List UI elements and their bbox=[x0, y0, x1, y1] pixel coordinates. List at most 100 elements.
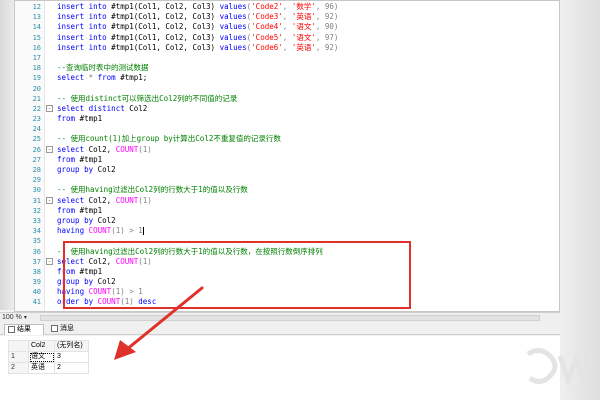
code-token: COUNT bbox=[115, 144, 139, 154]
code-token: , bbox=[282, 32, 292, 42]
row-header-corner bbox=[8, 340, 29, 352]
code-token: , 90) bbox=[315, 22, 339, 32]
code-token: group by bbox=[57, 215, 94, 225]
code-token: Col2 bbox=[93, 215, 116, 225]
code-line[interactable]: 23 from #tmp1 bbox=[15, 114, 559, 124]
line-number: 38 bbox=[32, 267, 41, 276]
table-cell[interactable]: 3 bbox=[54, 351, 89, 363]
code-token: #tmp1(Col1, Col2, Col3) bbox=[106, 12, 220, 22]
table-cell[interactable]: 语文 bbox=[28, 351, 55, 363]
code-line[interactable]: 30 -- 使用having过滤出Col2列的行数大于1的值以及行数 bbox=[15, 185, 559, 195]
table-row[interactable]: 2 英语 2 bbox=[8, 362, 89, 374]
code-line[interactable]: 19 select * from #tmp1; bbox=[15, 73, 559, 83]
code-token: group by bbox=[57, 165, 94, 174]
code-token: from bbox=[57, 154, 76, 164]
column-header-unnamed[interactable]: (无列名) bbox=[54, 340, 89, 352]
results-grid[interactable]: Col2 (无列名) 1 语文 3 2 英语 2 bbox=[8, 340, 89, 374]
code-line[interactable]: 34 having COUNT(1) > 1 bbox=[15, 226, 559, 236]
grid-icon bbox=[8, 325, 15, 333]
code-line[interactable]: 20 bbox=[15, 84, 559, 94]
code-line[interactable]: 32 from #tmp1 bbox=[15, 206, 559, 216]
column-header-col2[interactable]: Col2 bbox=[28, 340, 55, 352]
collapse-icon[interactable]: - bbox=[46, 145, 53, 153]
code-token: 'Code3' bbox=[251, 12, 283, 22]
code-token: #tmp1(Col1, Col2, Col3) bbox=[106, 2, 220, 11]
line-number: 37 bbox=[32, 257, 41, 266]
code-token: select distinct bbox=[57, 103, 125, 113]
code-line[interactable]: 26- select Col2, COUNT(1) bbox=[15, 144, 559, 155]
code-text: insert into #tmp1(Col1, Col2, Col3) valu… bbox=[57, 22, 338, 32]
code-line[interactable]: 18 --查询临时表中的测试数据 bbox=[15, 63, 559, 73]
code-line[interactable]: 33 group by Col2 bbox=[15, 215, 559, 226]
code-token: insert into bbox=[57, 2, 107, 11]
table-cell[interactable]: 2 bbox=[54, 362, 89, 374]
line-number: 28 bbox=[32, 166, 41, 174]
code-token: from bbox=[97, 73, 116, 83]
code-token: insert into bbox=[57, 22, 107, 32]
code-line[interactable]: 31- select Col2, COUNT(1) bbox=[15, 195, 559, 206]
code-text: from #tmp1 bbox=[57, 114, 102, 124]
code-text: --查询临时表中的测试数据 bbox=[57, 63, 149, 73]
code-line[interactable]: 24 bbox=[15, 124, 559, 134]
code-token: -- 使用count(1)加上group by计算出Col2不重复值的记录行数 bbox=[57, 134, 281, 144]
tab-results[interactable]: 结果 bbox=[4, 324, 44, 335]
code-token: values bbox=[219, 12, 247, 22]
code-token: (1) bbox=[138, 195, 152, 205]
code-token: from bbox=[57, 205, 76, 215]
code-token: select bbox=[57, 144, 85, 154]
code-line[interactable]: 15 insert into #tmp1(Col1, Col2, Col3) va… bbox=[15, 32, 559, 43]
code-token: Col2 bbox=[124, 103, 148, 113]
line-number: 39 bbox=[32, 278, 41, 287]
code-token: * bbox=[84, 73, 98, 83]
table-row[interactable]: 1 语文 3 bbox=[8, 351, 89, 363]
code-line[interactable]: 29 bbox=[15, 175, 559, 185]
table-cell[interactable]: 英语 bbox=[28, 362, 55, 374]
code-line[interactable]: 16 insert into #tmp1(Col1, Col2, Col3) va… bbox=[15, 43, 559, 53]
code-line[interactable]: 12 insert into #tmp1(Col1, Col2, Col3) va… bbox=[15, 2, 559, 12]
line-number: 26 bbox=[32, 145, 41, 154]
line-number: 22 bbox=[32, 104, 41, 113]
code-line[interactable]: 13 insert into #tmp1(Col1, Col2, Col3) va… bbox=[15, 12, 559, 22]
collapse-icon[interactable]: - bbox=[46, 257, 53, 265]
line-number: 24 bbox=[32, 125, 41, 134]
collapse-icon[interactable]: - bbox=[46, 196, 53, 204]
code-token: (1) bbox=[138, 144, 152, 154]
code-token: , 97) bbox=[315, 32, 339, 42]
code-token: COUNT bbox=[115, 195, 139, 205]
code-line[interactable]: 22- select distinct Col2 bbox=[15, 103, 559, 114]
code-line[interactable]: 25 -- 使用count(1)加上group by计算出Col2不重复值的记录行… bbox=[15, 134, 559, 144]
code-token: values bbox=[219, 22, 247, 32]
code-line[interactable]: 27 from #tmp1 bbox=[15, 154, 559, 165]
line-number: 14 bbox=[32, 23, 41, 32]
line-number: 20 bbox=[32, 84, 41, 93]
left-panel-edge bbox=[0, 0, 14, 310]
code-token: 'Code5' bbox=[251, 32, 283, 42]
code-text: -- 使用having过滤出Col2列的行数大于1的值以及行数 bbox=[57, 185, 248, 195]
code-token: '英语' bbox=[291, 42, 316, 52]
code-text: insert into #tmp1(Col1, Col2, Col3) valu… bbox=[57, 12, 338, 22]
code-token: insert into bbox=[57, 32, 107, 42]
zoom-level: 100 % bbox=[2, 314, 22, 321]
arrow-icon bbox=[114, 286, 204, 360]
code-token: values bbox=[219, 32, 247, 42]
code-token: -- 使用having过滤出Col2列的行数大于1的值以及行数 bbox=[57, 185, 248, 195]
code-text: from #tmp1 bbox=[57, 206, 102, 216]
code-text: insert into #tmp1(Col1, Col2, Col3) valu… bbox=[57, 43, 338, 53]
code-token: '语文' bbox=[291, 32, 316, 42]
code-line[interactable]: 21 -- 使用distinct可以筛选出Col2列的不同值的记录 bbox=[15, 93, 559, 104]
code-line[interactable]: 17 bbox=[15, 53, 559, 63]
code-line[interactable]: 28 group by Col2 bbox=[15, 165, 559, 175]
line-number: 34 bbox=[32, 227, 41, 236]
code-token: Col2, bbox=[84, 195, 116, 205]
tab-messages[interactable]: 消息 bbox=[48, 324, 84, 335]
collapse-icon[interactable]: - bbox=[46, 104, 53, 112]
line-number: 40 bbox=[32, 288, 41, 297]
query-editor[interactable]: 12 insert into #tmp1(Col1, Col2, Col3) va… bbox=[14, 0, 560, 312]
row-number: 1 bbox=[8, 351, 29, 363]
code-token: , 96) bbox=[315, 2, 339, 11]
code-line[interactable]: 14 insert into #tmp1(Col1, Col2, Col3) va… bbox=[15, 22, 559, 32]
code-token: -- 使用distinct可以筛选出Col2列的不同值的记录 bbox=[57, 93, 238, 103]
code-token: --查询临时表中的测试数据 bbox=[57, 63, 149, 73]
line-number: 13 bbox=[32, 13, 41, 22]
code-token: 'Code6' bbox=[251, 42, 283, 52]
